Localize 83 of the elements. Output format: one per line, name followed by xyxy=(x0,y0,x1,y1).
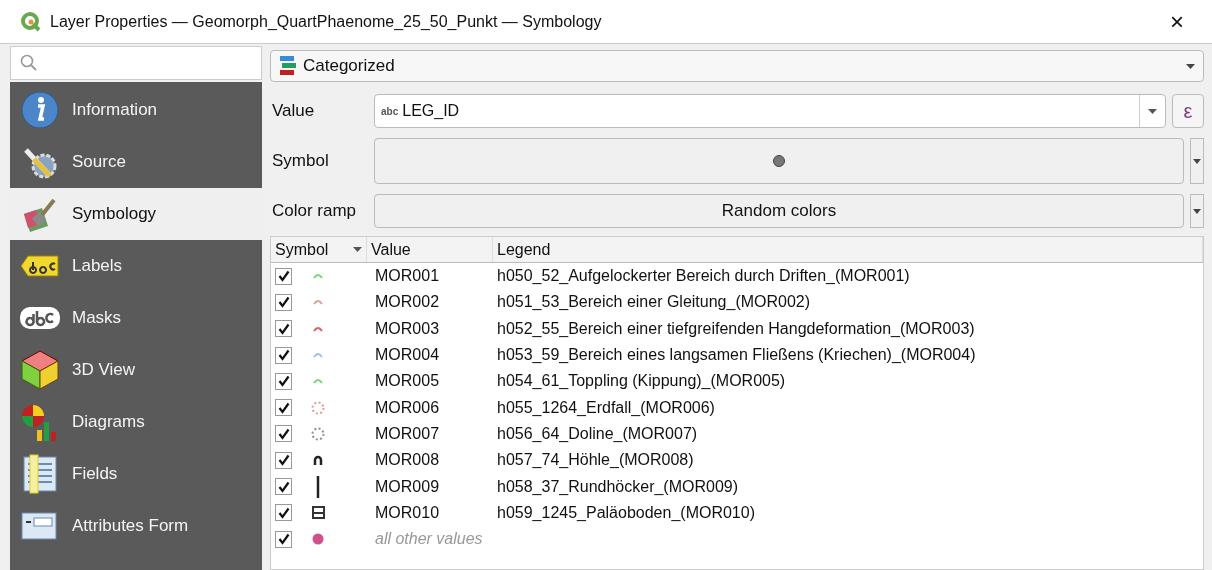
table-cell-text: h054_61_Toppling (Kippung)_(MOR005) xyxy=(496,371,787,392)
color-ramp-button[interactable]: Random colors xyxy=(374,194,1184,228)
sidebar-item[interactable]: Masks xyxy=(10,292,262,344)
close-button[interactable]: × xyxy=(1162,9,1192,34)
table-cell-text: h059_1245_Paläoboden_(MOR010) xyxy=(496,502,756,523)
info-icon xyxy=(20,90,60,130)
checkmark-icon xyxy=(277,480,290,493)
cube-icon xyxy=(20,349,60,391)
abc-mask-icon xyxy=(19,305,61,331)
table-cell-text: MOR006 xyxy=(374,397,441,418)
sidebar-item[interactable]: Diagrams xyxy=(10,396,262,448)
table-cell-text: MOR010 xyxy=(374,502,441,523)
table-cell-text: h051_53_Bereich einer Gleitung_(MOR002) xyxy=(496,292,812,313)
expression-button[interactable]: ε xyxy=(1172,94,1204,128)
search-field[interactable] xyxy=(10,46,262,80)
checkbox[interactable] xyxy=(275,451,292,469)
table-cell-text: all other values xyxy=(374,529,484,550)
field-label: Symbol xyxy=(272,150,330,173)
table-cell-text: h056_64_Doline_(MOR007) xyxy=(496,423,699,444)
checkmark-icon xyxy=(277,454,290,467)
table-fields-icon xyxy=(20,454,60,494)
checkbox[interactable] xyxy=(275,530,292,548)
caret-icon xyxy=(1193,158,1201,164)
field-value: LEG_ID xyxy=(402,101,461,121)
table-cell-text: h055_1264_Erdfall_(MOR006) xyxy=(496,397,716,418)
checkmark-icon xyxy=(277,533,290,546)
table-cell-text: MOR003 xyxy=(374,318,441,339)
sidebar-item[interactable]: 3D View xyxy=(10,344,262,396)
caret-icon xyxy=(1148,108,1157,114)
checkmark-icon xyxy=(277,506,290,519)
form-icon xyxy=(20,511,60,541)
table-cell-text: h058_37_Rundhöcker_(MOR009) xyxy=(496,476,740,497)
field-label: Value xyxy=(272,100,316,123)
checkbox[interactable] xyxy=(275,320,292,338)
checkmark-icon xyxy=(277,349,290,362)
table-cell-text: MOR009 xyxy=(374,476,441,497)
field-type-label: abc xyxy=(381,104,399,119)
caret-icon xyxy=(1186,63,1195,69)
table-cell-text: MOR007 xyxy=(374,423,441,444)
table-cell-text: h052_55_Bereich einer tiefgreifenden Hangdeformation_(MOR003) xyxy=(496,318,976,339)
categorized-icon xyxy=(279,55,297,77)
label-tag-icon xyxy=(20,254,60,278)
column-header[interactable]: Symbol xyxy=(271,237,367,262)
dot-icon xyxy=(772,154,786,168)
sidebar-item[interactable]: Attributes Form xyxy=(10,500,262,552)
checkbox[interactable] xyxy=(275,267,292,285)
checkmark-icon xyxy=(277,270,290,283)
table-cell-text: MOR002 xyxy=(374,292,441,313)
caret-icon xyxy=(1193,208,1201,214)
checkbox[interactable] xyxy=(275,293,292,311)
sort-icon xyxy=(353,247,362,252)
renderer-dropdown[interactable]: Categorized xyxy=(270,50,1204,82)
checkbox[interactable] xyxy=(275,478,292,495)
table-cell-text: MOR001 xyxy=(374,266,441,287)
checkbox[interactable] xyxy=(275,346,292,364)
checkmark-icon xyxy=(277,322,290,335)
checkbox[interactable] xyxy=(275,504,292,522)
checkmark-icon xyxy=(277,427,290,440)
table-cell-text: h053_59_Bereich eines langsamen Fließens (Kriechen)_(MOR004) xyxy=(496,345,977,366)
checkmark-icon xyxy=(277,401,290,414)
value-field-dropdown[interactable]: abc LEG_ID xyxy=(374,94,1166,128)
checkbox[interactable] xyxy=(275,372,292,390)
table-cell-text: MOR005 xyxy=(374,371,441,392)
column-header[interactable]: Legend xyxy=(493,237,1203,262)
dropdown-arrow-button[interactable] xyxy=(1190,194,1204,228)
sidebar-item[interactable]: Information xyxy=(10,84,262,136)
sidebar-item[interactable]: Symbology xyxy=(10,188,262,240)
sidebar-item[interactable]: Labels xyxy=(10,240,262,292)
app-logo-icon xyxy=(20,10,42,33)
table-cell-text: h057_74_Höhle_(MOR008) xyxy=(496,450,695,471)
field-label: Color ramp xyxy=(272,200,358,223)
table-cell-text: MOR008 xyxy=(374,450,441,471)
table-cell-text: MOR004 xyxy=(374,345,441,366)
sidebar-item[interactable]: Fields xyxy=(10,448,262,500)
checkbox[interactable] xyxy=(275,425,292,443)
sidebar-item[interactable]: Source xyxy=(10,136,262,188)
checkmark-icon xyxy=(277,296,290,309)
table-cell-text: h050_52_Aufgelockerter Bereich durch Driften_(MOR001) xyxy=(496,266,911,287)
checkbox[interactable] xyxy=(275,399,292,417)
window-title: Layer Properties — Geomorph_QuartPhaenome_25_50_Punkt — Symbology xyxy=(50,11,603,32)
column-header[interactable]: Value xyxy=(367,237,493,262)
checkmark-icon xyxy=(277,375,290,388)
dropdown-arrow-button[interactable] xyxy=(1190,138,1204,184)
